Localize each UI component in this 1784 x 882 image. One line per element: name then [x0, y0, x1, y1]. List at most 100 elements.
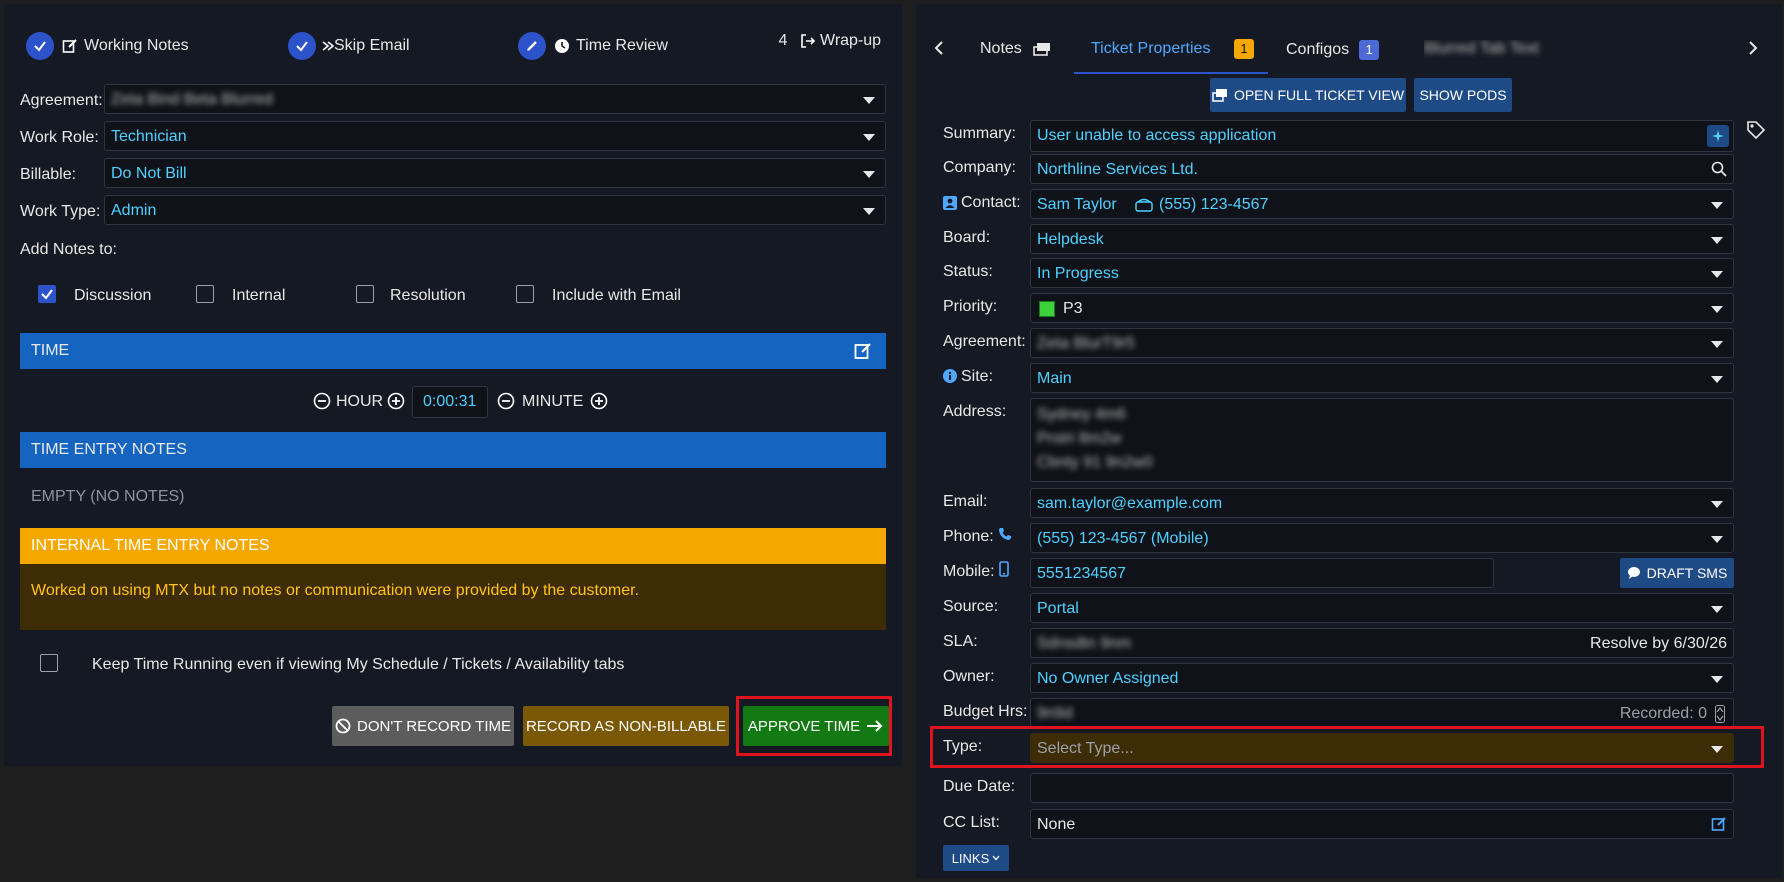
chevron-down-icon [1711, 202, 1723, 209]
minute-increment-icon[interactable] [590, 392, 608, 415]
step-time-review[interactable]: Time Review [518, 32, 668, 60]
ai-sparkle-icon[interactable] [1707, 125, 1729, 147]
minute-label: MINUTE [522, 393, 584, 410]
discussion-checkbox[interactable] [38, 285, 56, 303]
tab-blurred-label: Blurred Tab Text [1424, 40, 1540, 57]
check-icon [26, 32, 54, 60]
internal-notes-label: INTERNAL TIME ENTRY NOTES [31, 537, 270, 554]
contact-select[interactable]: Sam Taylor (555) 123-4567 [1030, 189, 1734, 219]
keep-time-running-checkbox[interactable] [40, 654, 58, 672]
site-select[interactable]: Main [1030, 363, 1734, 393]
approve-label: APPROVE TIME [747, 717, 861, 735]
tab-notes[interactable]: Notes [980, 40, 1052, 58]
ban-icon [335, 718, 351, 734]
draft-sms-label: DRAFT SMS [1646, 565, 1728, 581]
edit-icon[interactable] [1711, 816, 1727, 837]
step-skip-email[interactable]: Skip Email [288, 32, 410, 60]
tab-ticket-properties-label: Ticket Properties [1091, 40, 1211, 57]
links-button[interactable]: LINKS [943, 845, 1009, 871]
address-label: Address: [943, 403, 1007, 420]
step-working-notes[interactable]: Working Notes [26, 32, 189, 60]
keep-time-running-label: Keep Time Running even if viewing My Sch… [92, 656, 625, 673]
chevron-down-icon [992, 855, 1000, 861]
chevron-left-icon[interactable] [934, 40, 944, 61]
step-wrap-up[interactable]: 4 Wrap-up [772, 32, 882, 50]
pencil-icon [518, 32, 546, 60]
chat-bubble-icon [1627, 566, 1641, 580]
address-line: Sydney 4m6 [1037, 406, 1126, 423]
status-select[interactable]: In Progress [1030, 258, 1734, 288]
agreement-select[interactable]: Zeta BlurT9r5 [1030, 328, 1734, 358]
contact-label: Contact: [961, 194, 1021, 211]
sla-resolve-text: Resolve by 6/30/26 [1590, 635, 1727, 652]
open-full-ticket-button[interactable]: OPEN FULL TICKET VIEW [1210, 78, 1406, 112]
step-label: Wrap-up [820, 32, 882, 49]
billable-value: Do Not Bill [111, 165, 187, 182]
cc-list-field[interactable]: None [1030, 809, 1734, 839]
chevron-down-icon [863, 208, 875, 215]
billable-select[interactable]: Do Not Bill [104, 158, 886, 188]
tab-badge: 1 [1359, 40, 1380, 60]
links-label: LINKS [951, 850, 990, 866]
edit-icon[interactable] [854, 342, 872, 365]
record-non-billable-button[interactable]: RECORD AS NON-BILLABLE [523, 706, 729, 746]
step-label: Skip Email [334, 37, 410, 54]
notes-stack-icon [1032, 41, 1052, 57]
agreement-select[interactable]: Zeta Bind Beta Blurred [104, 84, 886, 114]
approve-time-button[interactable]: APPROVE TIME [743, 706, 889, 746]
board-select[interactable]: Helpdesk [1030, 224, 1734, 254]
include-email-checkbox[interactable] [516, 285, 534, 303]
internal-notes-body[interactable]: Worked on using MTX but no notes or comm… [20, 564, 886, 630]
contact-phone: (555) 123-4567 [1159, 196, 1269, 213]
edit-icon [62, 38, 78, 54]
chevron-down-icon [1711, 376, 1723, 383]
tab-badge: 1 [1234, 39, 1254, 59]
address-box[interactable]: Sydney 4m6 Prstri 8m2w Cbnty 91 9n2w0 [1030, 398, 1734, 482]
hour-decrement-icon[interactable] [313, 392, 331, 415]
due-date-input[interactable] [1030, 773, 1734, 803]
priority-color-swatch [1039, 301, 1055, 317]
mobile-input[interactable]: 5551234567 [1030, 558, 1494, 588]
source-select[interactable]: Portal [1030, 593, 1734, 623]
phone-select[interactable]: (555) 123-4567 (Mobile) [1030, 523, 1734, 553]
time-value-input[interactable]: 0:00:31 [412, 386, 488, 418]
dont-record-label: DON'T RECORD TIME [357, 717, 511, 735]
non-billable-label: RECORD AS NON-BILLABLE [525, 717, 727, 735]
exit-icon [800, 33, 816, 49]
board-label: Board: [943, 229, 991, 246]
minute-decrement-icon[interactable] [497, 392, 515, 415]
hour-increment-icon[interactable] [387, 392, 405, 415]
tag-icon[interactable] [1746, 120, 1766, 145]
hour-label: HOUR [336, 393, 384, 410]
work-type-select[interactable]: Admin [104, 195, 886, 225]
chevron-right-icon[interactable] [1748, 40, 1758, 61]
tab-ticket-properties[interactable]: Ticket Properties 1 [1074, 28, 1268, 74]
chevron-down-icon [1711, 306, 1723, 313]
resolution-checkbox[interactable] [356, 285, 374, 303]
open-full-label: OPEN FULL TICKET VIEW [1233, 87, 1405, 103]
ticket-panel: Notes Ticket Properties 1 Configos 1 Blu… [916, 4, 1782, 878]
email-select[interactable]: sam.taylor@example.com [1030, 488, 1734, 518]
agreement-label: Agreement: [20, 92, 103, 109]
search-icon[interactable] [1711, 161, 1727, 182]
company-input[interactable]: Northline Services Ltd. [1030, 154, 1734, 184]
status-label: Status: [943, 263, 993, 280]
tab-blurred[interactable]: Blurred Tab Text [1424, 40, 1724, 60]
chevron-down-icon [1711, 501, 1723, 508]
tab-configos[interactable]: Configos 1 [1286, 40, 1380, 60]
draft-sms-button[interactable]: DRAFT SMS [1620, 558, 1734, 588]
site-label: Site: [961, 368, 994, 385]
spinner-icon[interactable] [1715, 705, 1725, 728]
summary-input[interactable]: User unable to access application [1030, 120, 1734, 152]
show-pods-button[interactable]: SHOW PODS [1414, 78, 1512, 112]
owner-label: Owner: [943, 668, 995, 685]
priority-select[interactable]: P3 [1030, 293, 1734, 323]
owner-select[interactable]: No Owner Assigned [1030, 663, 1734, 693]
budget-hrs-input[interactable]: 9n9d Recorded: 0 [1030, 698, 1734, 728]
work-role-select[interactable]: Technician [104, 121, 886, 151]
internal-checkbox[interactable] [196, 285, 214, 303]
type-select[interactable]: Select Type... [1030, 733, 1734, 763]
contact-card-icon [943, 196, 957, 215]
dont-record-time-button[interactable]: DON'T RECORD TIME [332, 706, 514, 746]
info-icon[interactable] [943, 369, 957, 388]
